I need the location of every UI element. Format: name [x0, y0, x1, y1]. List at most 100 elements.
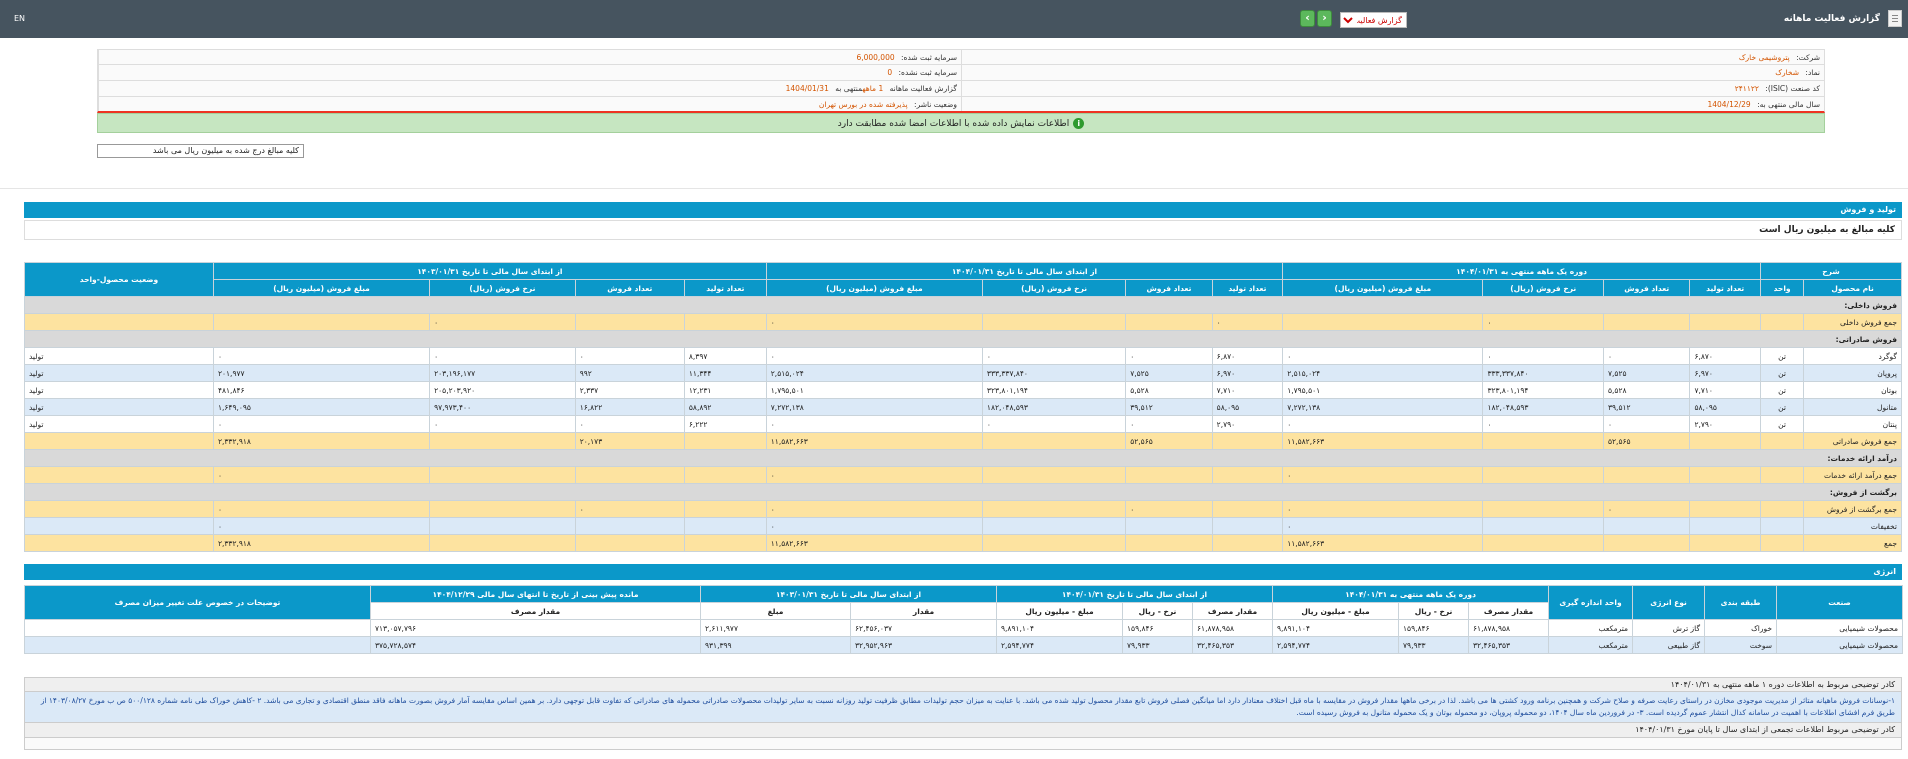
symbol-value: شخارک	[1775, 68, 1800, 77]
product-unit	[1759, 517, 1805, 535]
value-cell: ۳۲,۹۵۲,۹۶۳	[850, 636, 998, 654]
report-ending-label: منتهی به	[835, 84, 863, 93]
amount-m-header: مبلغ - میلیون ریال	[996, 602, 1124, 620]
table-row: فروش داخلی:	[24, 296, 1902, 314]
value-cell: ۳۲,۴۶۵,۳۵۳	[1192, 636, 1274, 654]
value-cell: ۹,۸۹۱,۱۰۴	[996, 619, 1124, 637]
product-unit: تن	[1759, 347, 1805, 365]
info-row: نماد: شخارک سرمایه ثبت نشده: 0	[97, 65, 1825, 81]
report-period: 1 ماهه	[862, 84, 884, 93]
product-unit	[1759, 500, 1805, 518]
sale-rate-header: نرخ فروش (ریال)	[429, 279, 576, 297]
desc-header: شرح	[1759, 262, 1903, 280]
value-cell: ۰	[981, 347, 1127, 365]
amount-note-field[interactable]: کلیه مبالغ درج شده به میلیون ریال می باش…	[97, 144, 304, 158]
value-cell: ۰	[981, 415, 1127, 433]
consumption-header: مقدار مصرف	[370, 602, 701, 620]
value-cell: ۱۱,۳۴۴	[683, 364, 767, 382]
product-status	[24, 432, 214, 450]
table-row: بوتان تن ۷,۷۱۰ ۵,۵۲۸ ۳۲۳,۸۰۱,۱۹۴ ۱,۷۹۵,۵۰۱ ۷,۷…	[24, 381, 1902, 399]
verification-notice: iاطلاعات نمایش داده شده با اطلاعات امضا …	[97, 113, 1825, 133]
prev-arrow-icon[interactable]: ‹	[1300, 10, 1315, 27]
value-cell	[574, 534, 685, 552]
product-status: تولید	[24, 381, 214, 399]
value-cell	[1482, 466, 1604, 484]
value-cell: ۹۳۱,۳۹۹	[699, 636, 852, 654]
product-name: پروپان	[1803, 364, 1902, 382]
ytd-current-header: از ابتدای سال مالی تا تاریخ ۱۴۰۴/۰۱/۳۱	[765, 262, 1284, 280]
value-cell: ۰	[1482, 313, 1604, 331]
value-cell	[1125, 466, 1213, 484]
product-unit	[1759, 432, 1805, 450]
consumption-header: مقدار مصرف	[1192, 602, 1274, 620]
product-unit	[1759, 534, 1805, 552]
value-cell	[212, 313, 431, 331]
amount-m-header: مبلغ - میلیون ریال	[1272, 602, 1400, 620]
cumulative-description-title: کادر توضیحی مربوط اطلاعات تجمعی از ابتدا…	[24, 723, 1902, 738]
unregistered-capital-value: 0	[887, 68, 893, 77]
value-cell: ۰	[1125, 347, 1213, 365]
value-cell: ۲,۳۳۲,۹۱۸	[212, 432, 431, 450]
value-cell: ۶,۹۷۰	[1689, 364, 1761, 382]
energy-ytd-prev-header: از ابتدای سال مالی تا تاریخ ۱۴۰۳/۰۱/۳۱	[699, 585, 998, 603]
value-cell: ۹۷,۹۷۳,۴۰۰	[429, 398, 576, 416]
product-status	[24, 500, 214, 518]
unregistered-capital-label: سرمایه ثبت نشده:	[898, 68, 958, 77]
value-cell: ۰	[765, 517, 983, 535]
isic-cell: کد صنعت (ISIC): ۲۴۱۱۲۲	[961, 81, 1824, 96]
value-cell: ۲,۷۹۰	[1211, 415, 1284, 433]
fiscal-year-value: 1404/12/29	[1707, 100, 1751, 109]
value-cell: ۵۲,۵۶۵	[1602, 432, 1691, 450]
value-cell: ۷۱۳,۰۵۷,۷۹۶	[370, 619, 701, 637]
value-cell: ۲,۵۱۵,۰۲۴	[765, 364, 983, 382]
energy-period-header: دوره یک ماهه منتهی به ۱۴۰۴/۰۱/۳۱	[1272, 585, 1550, 603]
table-row: درآمد ارائه خدمات:	[24, 449, 1902, 467]
product-unit: تن	[1759, 415, 1805, 433]
value-cell: ۷۹,۹۳۳	[1398, 636, 1470, 654]
value-cell	[574, 313, 685, 331]
value-cell: ۵۸,۰۹۵	[1689, 398, 1761, 416]
language-toggle[interactable]: EN	[14, 14, 25, 23]
table-row: محصولات شیمیایی خوراک گاز ترش مترمکعب ۶۱,۸۷۸…	[24, 619, 1904, 637]
value-cell	[683, 466, 767, 484]
energy-industry: محصولات شیمیایی	[1776, 636, 1904, 654]
energy-energy-type: گاز ترش	[1632, 619, 1706, 637]
report-type-select[interactable]: گزارش فعالیت	[1340, 12, 1407, 28]
value-cell: ۶,۸۷۰	[1689, 347, 1761, 365]
value-cell	[1482, 517, 1604, 535]
value-cell: ۰	[1602, 347, 1691, 365]
value-cell: ۶,۲۲۲	[683, 415, 767, 433]
value-cell	[1211, 534, 1284, 552]
prod-qty-header: تعداد تولید	[1689, 279, 1761, 297]
value-cell: ۳۹,۵۱۲	[1125, 398, 1213, 416]
registered-capital-cell: سرمایه ثبت شده: 6,000,000	[98, 50, 961, 64]
value-cell	[1125, 313, 1213, 331]
table-row: تخفیفات ۰ ۰ ۰	[24, 517, 1902, 535]
value-cell: ۰	[212, 466, 431, 484]
value-cell	[1689, 500, 1761, 518]
table-row: برگشت از فروش:	[24, 483, 1902, 501]
divider	[0, 188, 1908, 189]
value-cell: ۳۲۳,۸۰۱,۱۹۴	[981, 381, 1127, 399]
value-cell: ۰	[212, 517, 431, 535]
table-row: جمع برگشت از فروش ۰ ۰ ۰ ۰ ۰ ۰	[24, 500, 1902, 518]
sale-amount-header: مبلغ فروش (میلیون ریال)	[765, 279, 983, 297]
cumulative-description-text	[24, 738, 1902, 750]
value-cell	[1211, 466, 1284, 484]
industry-header: صنعت	[1776, 585, 1904, 620]
qty-header: مقدار	[850, 602, 998, 620]
value-cell: ۵۲,۵۶۵	[1125, 432, 1213, 450]
value-cell	[981, 466, 1127, 484]
product-unit: تن	[1759, 381, 1805, 399]
next-arrow-icon[interactable]: ›	[1317, 10, 1332, 27]
value-cell	[1602, 466, 1691, 484]
company-value: پتروشیمی خارک	[1738, 53, 1790, 62]
publisher-status-label: وضعیت ناشر:	[914, 100, 957, 109]
registered-capital-value: 6,000,000	[856, 53, 895, 62]
info-icon: i	[1073, 118, 1085, 129]
value-cell: ۱۵۹,۸۴۶	[1398, 619, 1470, 637]
product-unit: تن	[1759, 398, 1805, 416]
value-cell: ۳۲۳,۸۰۱,۱۹۴	[1482, 381, 1604, 399]
value-cell: ۰	[1125, 500, 1213, 518]
value-cell: ۰	[574, 500, 685, 518]
